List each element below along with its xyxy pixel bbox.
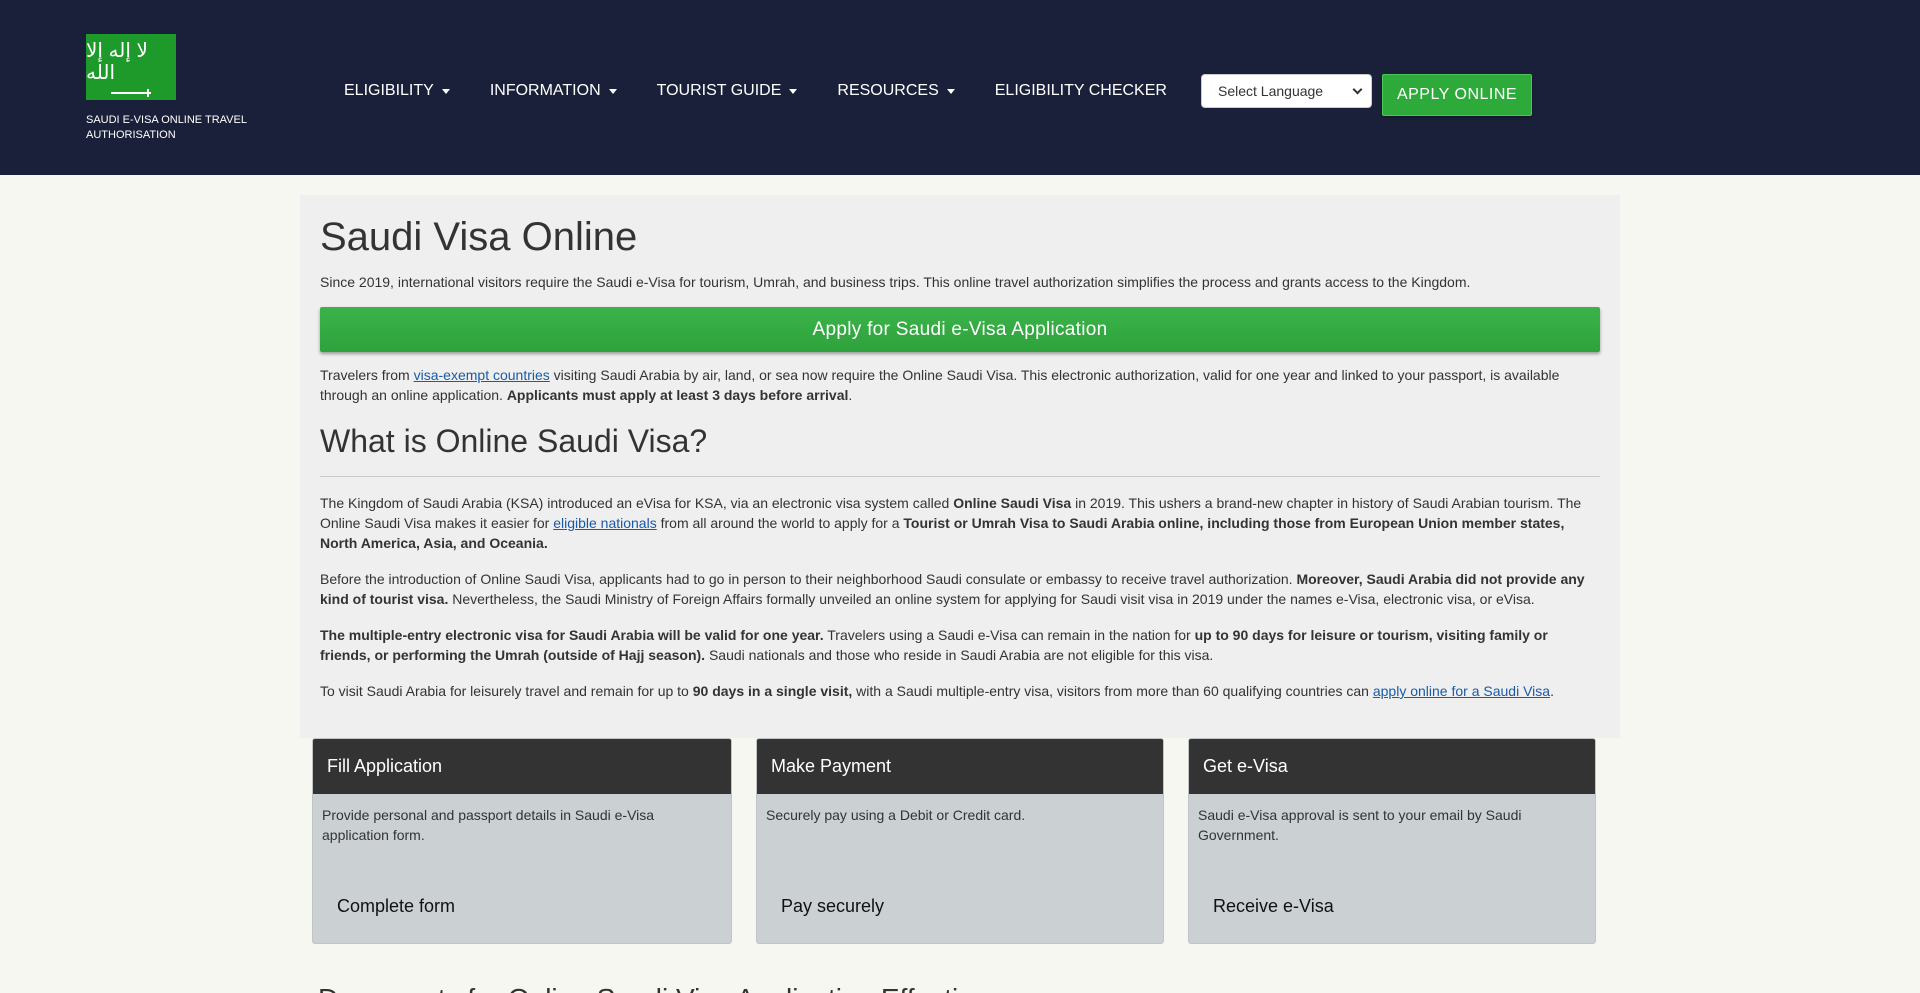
card-title: Make Payment [757,739,1163,794]
card-fill-application[interactable]: Fill Application Provide personal and pa… [312,738,732,944]
caret-down-icon [441,88,450,94]
nav-tourist-guide-label: TOURIST GUIDE [656,82,782,99]
text: Before the introduction of Online Saudi … [320,571,1297,587]
text: To visit Saudi Arabia for leisurely trav… [320,683,693,699]
paragraph-travelers: Travelers from visa-exempt countries vis… [320,365,1600,405]
card-footer: Pay securely [781,896,885,916]
page-title: Saudi Visa Online [320,215,638,259]
apply-online-saudi-visa-link[interactable]: apply online for a Saudi Visa [1373,683,1550,699]
card-description: Provide personal and passport details in… [322,807,655,843]
nav-eligibility-label: ELIGIBILITY [344,82,434,99]
text: Travelers from [320,367,414,383]
nav-information-label: INFORMATION [489,82,601,99]
text: Nevertheless, the Saudi Ministry of Fore… [448,591,1535,607]
text: . [848,387,853,403]
nav-eligibility[interactable]: ELIGIBILITY [344,82,450,100]
caret-down-icon [789,88,798,94]
bold-text: Online Saudi Visa [953,495,1072,511]
language-select[interactable]: Select Language [1201,74,1372,108]
bold-text: The multiple-entry electronic visa for S… [320,627,824,643]
card-footer: Complete form [337,896,456,916]
caret-down-icon [608,88,617,94]
paragraph-90-days: To visit Saudi Arabia for leisurely trav… [320,681,1600,701]
divider [320,476,1600,477]
nav-information[interactable]: INFORMATION [490,82,617,100]
text: The Kingdom of Saudi Arabia (KSA) introd… [320,495,954,511]
chevron-down-icon [1352,84,1363,94]
eligible-nationals-link[interactable]: eligible nationals [553,515,657,531]
paragraph-before-evisa: Before the introduction of Online Saudi … [320,569,1600,609]
text: from all around the world to apply for a [656,515,904,531]
card-title: Get e-Visa [1189,739,1595,794]
documents-heading: Documents for Online Saudi Visa Applicat… [318,983,1011,993]
nav-resources[interactable]: RESOURCES [837,82,955,100]
main-panel: Saudi Visa Online Since 2019, internatio… [300,195,1620,738]
card-description: Saudi e-Visa approval is sent to your em… [1198,807,1522,843]
saudi-flag-logo[interactable]: لا إله إلا الله [86,34,176,100]
text: Saudi nationals and those who reside in … [705,647,1214,663]
paragraph-multiple-entry: The multiple-entry electronic visa for S… [320,625,1600,665]
card-description: Securely pay using a Debit or Credit car… [766,807,1026,823]
card-get-evisa[interactable]: Get e-Visa Saudi e-Visa approval is sent… [1188,738,1596,944]
nav-eligibility-checker[interactable]: ELIGIBILITY CHECKER [995,82,1167,100]
site-header: لا إله إلا الله SAUDI E-VISA ONLINE TRAV… [0,0,1920,175]
sword-icon [111,89,151,97]
bold-text: 90 days in a single visit, [692,683,853,699]
apply-online-button[interactable]: APPLY ONLINE [1382,74,1532,116]
bold-text: Applicants must apply at least 3 days be… [506,387,849,403]
card-footer: Receive e-Visa [1213,896,1334,916]
language-select-value: Select Language [1218,83,1324,99]
logo-text[interactable]: SAUDI E-VISA ONLINE TRAVEL AUTHORISATION [86,113,276,143]
paragraph-ksa-intro: The Kingdom of Saudi Arabia (KSA) introd… [320,493,1600,553]
logo-script: لا إله إلا الله [86,40,148,84]
nav-tourist-guide[interactable]: TOURIST GUIDE [657,82,798,100]
apply-evisa-button[interactable]: Apply for Saudi e-Visa Application [320,307,1600,352]
section-title: What is Online Saudi Visa? [320,423,708,459]
main-nav: ELIGIBILITY INFORMATION TOURIST GUIDE RE… [344,82,1207,100]
text: Travelers using a Saudi e-Visa can remai… [823,627,1195,643]
card-make-payment[interactable]: Make Payment Securely pay using a Debit … [756,738,1164,944]
caret-down-icon [946,88,955,94]
nav-resources-label: RESOURCES [837,82,939,99]
card-title: Fill Application [313,739,731,794]
text: . [1550,683,1554,699]
text: with a Saudi multiple-entry visa, visito… [852,683,1373,699]
visa-exempt-countries-link[interactable]: visa-exempt countries [414,367,550,383]
nav-eligibility-checker-label: ELIGIBILITY CHECKER [994,82,1167,99]
intro-text: Since 2019, international visitors requi… [320,274,1471,290]
